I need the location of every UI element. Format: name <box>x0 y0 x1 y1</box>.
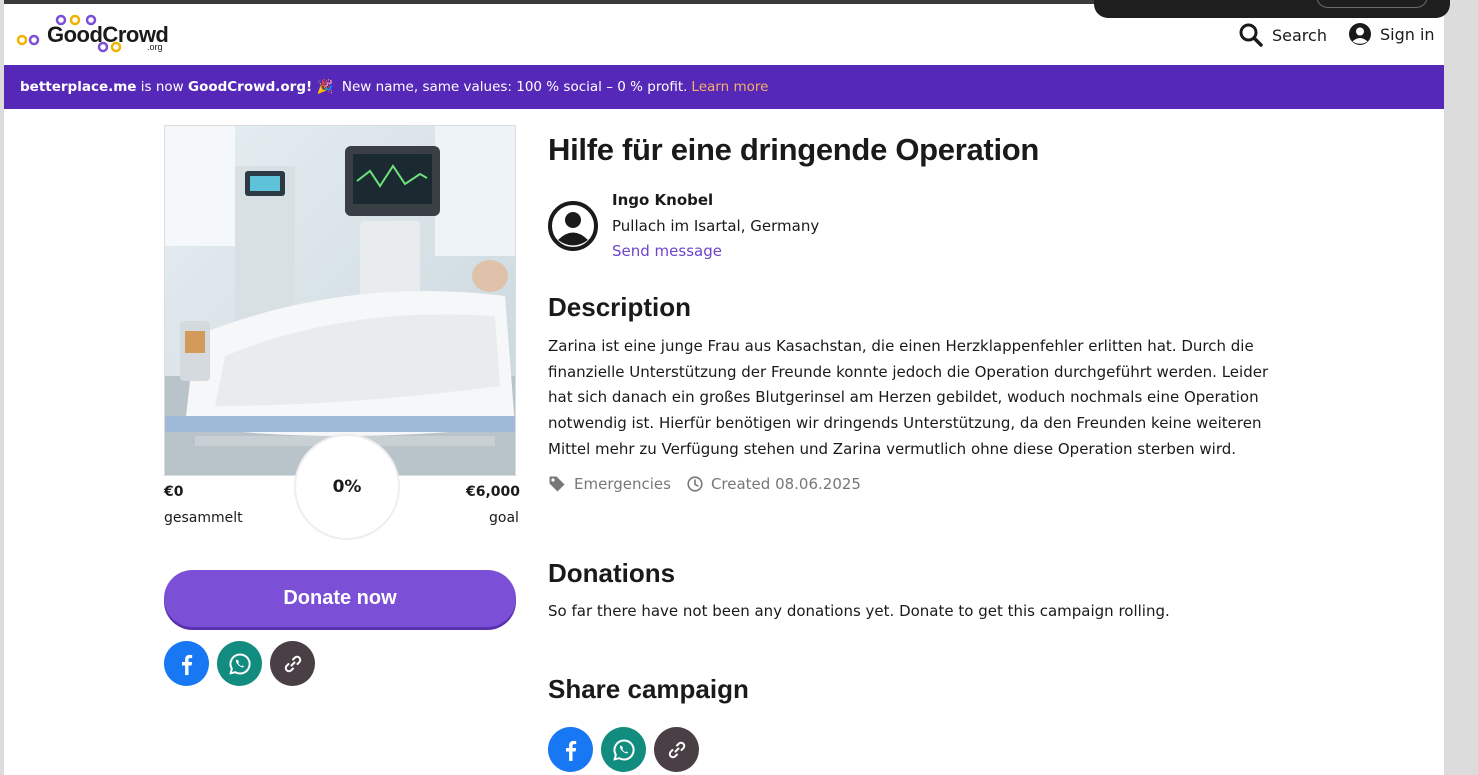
facebook-icon <box>181 654 192 675</box>
share-whatsapp-button[interactable] <box>601 727 646 772</box>
created-date: Created 08.06.2025 <box>687 475 861 493</box>
description-heading: Description <box>548 292 692 322</box>
campaign-title: Hilfe für eine dringende Operation <box>548 132 1040 167</box>
owner-location: Pullach im Isartal, Germany <box>612 217 820 235</box>
search-label: Search <box>1272 25 1327 45</box>
tag-icon <box>549 476 565 492</box>
sign-in-label: Sign in <box>1380 24 1435 44</box>
sign-in-button[interactable]: Sign in <box>1348 22 1435 46</box>
banner-tagline: New name, same values: 100 % social – 0 … <box>341 79 688 95</box>
owner-name: Ingo Knobel <box>612 191 714 209</box>
link-icon <box>284 655 301 672</box>
share-facebook-button[interactable] <box>548 727 593 772</box>
search-button[interactable]: Search <box>1238 22 1327 48</box>
progress-percent: 0% <box>332 477 362 497</box>
link-icon <box>668 741 685 758</box>
progress-indicator: 0% <box>294 434 400 540</box>
donate-now-button[interactable]: Donate now <box>164 570 516 627</box>
whatsapp-icon <box>228 652 251 675</box>
floating-toolbar-button[interactable] <box>1316 0 1428 8</box>
raised-amount: €0 <box>164 484 184 500</box>
party-icon: 🎉 <box>316 79 334 95</box>
raised-label: gesammelt <box>164 510 243 526</box>
campaign-image <box>164 125 516 476</box>
goodcrowd-logo[interactable]: GoodCrowd .org <box>15 14 175 54</box>
whatsapp-icon <box>612 738 635 761</box>
banner-old-name: betterplace.me <box>20 79 137 95</box>
share-campaign-heading: Share campaign <box>548 674 749 704</box>
page: GoodCrowd .org Search Sign in betterplac… <box>4 0 1444 775</box>
campaign-meta: Emergencies Created 08.06.2025 <box>548 475 869 493</box>
facebook-icon <box>565 740 576 761</box>
share-whatsapp-button[interactable] <box>217 641 262 686</box>
logo-domain: .org <box>147 42 163 52</box>
category-label: Emergencies <box>574 475 671 493</box>
share-facebook-button[interactable] <box>164 641 209 686</box>
copy-link-button[interactable] <box>654 727 699 772</box>
donations-empty-text: So far there have not been any donations… <box>548 602 1170 620</box>
floating-toolbar <box>1094 0 1450 18</box>
created-label: Created 08.06.2025 <box>710 475 861 493</box>
goal-label: goal <box>489 510 519 526</box>
sidebar-share-buttons <box>164 641 315 686</box>
share-campaign-buttons <box>548 727 699 772</box>
clock-icon <box>687 476 703 492</box>
rename-banner: betterplace.me is now GoodCrowd.org! 🎉 N… <box>4 65 1444 109</box>
user-icon <box>1349 23 1371 45</box>
copy-link-button[interactable] <box>270 641 315 686</box>
hospital-bed-illustration <box>165 126 515 475</box>
goal-amount: €6,000 <box>466 484 521 500</box>
donations-heading: Donations <box>548 558 676 588</box>
send-message-link[interactable]: Send message <box>612 242 722 260</box>
avatar-icon <box>548 201 598 251</box>
category-tag[interactable]: Emergencies <box>548 475 671 493</box>
description-text: Zarina ist eine junge Frau aus Kasachsta… <box>548 337 1269 458</box>
banner-is-now: is now <box>140 79 184 95</box>
banner-new-name: GoodCrowd.org! <box>187 79 313 95</box>
search-icon <box>1239 23 1263 47</box>
learn-more-link[interactable]: Learn more <box>691 79 768 95</box>
